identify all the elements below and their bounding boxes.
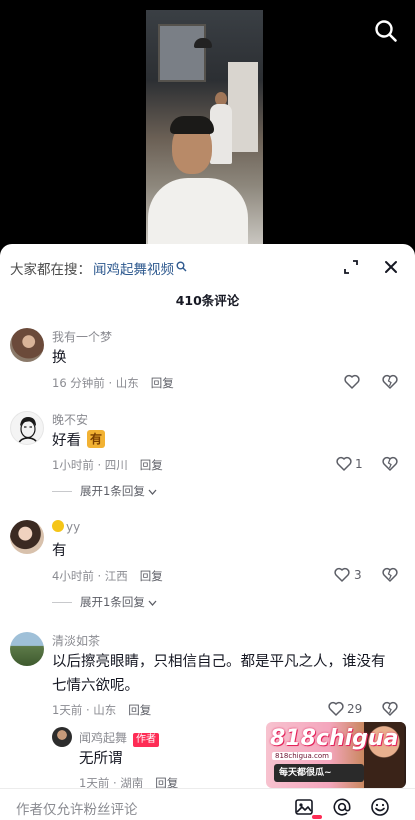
search-icon[interactable] [373,18,399,44]
dislike-button[interactable] [382,701,398,720]
search-suggestion-term[interactable]: 闻鸡起舞视频 [93,258,174,278]
comment-meta: 1小时前 · 四川 回复 [52,457,163,473]
video-scene-window [158,24,206,82]
comment-text: 有 [52,543,67,559]
emoji-icon[interactable] [370,797,390,817]
author-badge: 作者 [133,733,160,747]
like-button[interactable] [344,374,360,389]
heart-icon [344,374,360,389]
like-count: 1 [355,456,363,471]
divider [52,490,72,492]
comment-time-location: 4小时前 · 江西 [52,569,128,583]
like-button[interactable]: 1 [336,456,363,471]
broken-heart-icon [382,374,398,389]
reply-button[interactable]: 回复 [140,457,163,473]
floating-ad[interactable]: 818chigua 818chigua.com 每天都很瓜~ [266,722,406,788]
comment-username[interactable]: 我有一个梦 [52,328,112,345]
comment-input-bar: 作者仅允许粉丝评论 [0,788,415,820]
comment-input[interactable]: 作者仅允许粉丝评论 [16,798,266,818]
heart-icon [328,701,344,716]
comment-text: 换 [52,350,67,366]
ad-url: 818chigua.com [272,752,332,760]
expand-replies-button[interactable]: 展开1条回复 [52,594,157,610]
comment-count: 410条评论 [175,293,240,308]
heart-icon [334,567,350,582]
sticker-tag: 有 [87,430,106,448]
chevron-down-icon [148,595,157,609]
video-thumbnail[interactable] [146,10,263,244]
reply-button[interactable]: 回复 [140,568,163,584]
reply-text: 无所谓 [79,751,123,767]
comment-username: yy [66,520,81,534]
like-button[interactable]: 29 [328,701,362,716]
comment-meta: 1天前 · 山东 回复 [52,702,151,718]
notification-dot [312,815,322,819]
chevron-down-icon [148,484,157,498]
ad-banner: 每天都很瓜~ [274,764,364,782]
comment-username[interactable]: 晚不安 [52,411,88,428]
avatar[interactable] [10,411,44,445]
expand-replies-label: 展开1条回复 [80,595,145,609]
comment-username[interactable]: 清淡如茶 [52,632,100,649]
search-suggestion[interactable]: 大家都在搜： 闻鸡起舞视频 [10,258,187,278]
at-icon[interactable] [332,797,352,817]
like-button[interactable]: 3 [334,567,362,582]
like-count: 29 [347,701,363,716]
dislike-button[interactable] [382,456,398,475]
expand-replies-button[interactable]: 展开1条回复 [52,483,157,499]
expand-replies-label: 展开1条回复 [80,484,145,498]
video-scene-bystander [210,104,232,164]
reply-username: 闻鸡起舞 [79,731,128,745]
expand-icon[interactable] [340,256,362,278]
avatar[interactable] [52,727,72,747]
reply-button[interactable]: 回复 [151,375,174,391]
comment-text: 好看 [52,433,81,449]
comment-meta: 16 分钟前 · 山东 回复 [52,375,174,391]
comment-time-location: 1小时前 · 四川 [52,458,128,472]
avatar[interactable] [10,632,44,666]
dislike-button[interactable] [382,374,398,393]
broken-heart-icon [382,567,398,582]
comment-time-location: 1天前 · 山东 [52,703,117,717]
video-scene-man-shirt [148,178,248,244]
broken-heart-icon [382,701,398,716]
divider [52,601,72,603]
like-count: 3 [354,567,362,582]
reply-button[interactable]: 回复 [128,702,151,718]
reply-username-row[interactable]: 闻鸡起舞 作者 [79,729,160,747]
emoji-face-icon [52,520,64,532]
close-icon[interactable] [380,256,402,278]
video-scene-man-hair [170,116,214,134]
image-icon[interactable] [294,797,314,817]
comment-text: 以后擦亮眼睛，只相信自己。都是平凡之人，谁没有七情六欲呢。 [52,654,386,694]
video-area[interactable] [0,0,415,244]
comment-meta: 4小时前 · 江西 回复 [52,568,163,584]
ad-logo: 818chigua [270,726,399,751]
avatar[interactable] [10,328,44,362]
avatar[interactable] [10,520,44,554]
search-suggestion-prefix: 大家都在搜： [10,262,91,278]
heart-icon [336,456,352,471]
comment-time-location: 16 分钟前 · 山东 [52,376,139,390]
dislike-button[interactable] [382,567,398,586]
comment-text-row: 好看有 [52,429,402,453]
comment-username-row[interactable]: yy [52,520,80,534]
video-scene-door [228,62,258,152]
small-search-icon [176,260,187,276]
video-scene-lamp [194,38,212,48]
broken-heart-icon [382,456,398,471]
